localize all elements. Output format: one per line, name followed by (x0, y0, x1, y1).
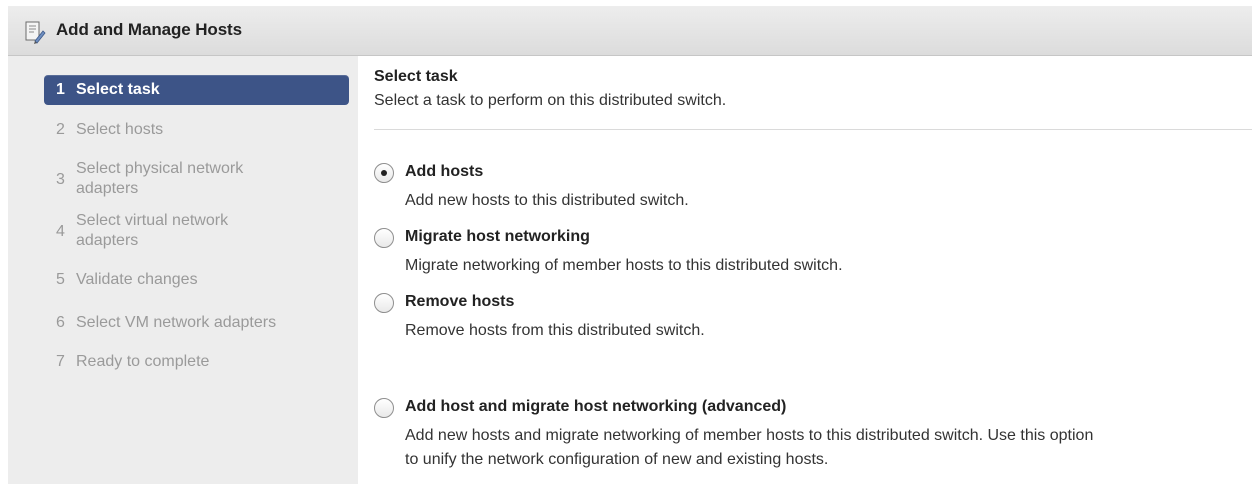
dialog-title: Add and Manage Hosts (56, 20, 242, 39)
step-number: 1 (56, 81, 65, 98)
step-number: 2 (56, 121, 65, 138)
step-select-physical-adapters[interactable]: 3 Select physical network adapters (44, 159, 349, 201)
page-subtitle: Select a task to perform on this distrib… (374, 92, 727, 109)
step-label: Select VM network adapters (76, 314, 277, 331)
option-description: Migrate networking of member hosts to th… (405, 257, 843, 274)
step-number: 3 (56, 171, 65, 188)
option-description-line2: to unify the network configuration of ne… (405, 451, 829, 468)
option-remove-hosts[interactable]: Remove hosts Remove hosts from this dist… (374, 291, 1252, 341)
step-label-line1: Select physical network (76, 160, 244, 177)
step-label: Select hosts (76, 121, 164, 138)
step-number: 7 (56, 353, 65, 370)
wizard-content: Select task Select a task to perform on … (374, 56, 1252, 484)
radio-add-hosts[interactable] (374, 163, 394, 183)
option-description: Add new hosts to this distributed switch… (405, 192, 689, 209)
radio-migrate-host-networking[interactable] (374, 228, 394, 248)
wizard-icon (25, 21, 46, 44)
step-label-line1: Select virtual network (76, 212, 229, 229)
radio-remove-hosts[interactable] (374, 293, 394, 313)
option-title: Add hosts (405, 163, 484, 180)
step-number: 4 (56, 223, 65, 240)
step-number: 5 (56, 271, 65, 288)
wizard-steps-sidebar: 1 Select task 2 Select hosts 3 Select ph… (8, 56, 358, 484)
step-label: Select task (76, 81, 160, 98)
step-select-task[interactable]: 1 Select task (44, 75, 349, 105)
step-number: 6 (56, 314, 65, 331)
option-description: Remove hosts from this distributed switc… (405, 322, 705, 339)
option-migrate-host-networking[interactable]: Migrate host networking Migrate networki… (374, 226, 1252, 276)
option-title: Remove hosts (405, 293, 515, 310)
dialog-title-bar: Add and Manage Hosts (8, 6, 1252, 56)
option-add-and-migrate[interactable]: Add host and migrate host networking (ad… (374, 396, 1252, 476)
option-title: Add host and migrate host networking (ad… (405, 398, 787, 415)
option-description-line1: Add new hosts and migrate networking of … (405, 427, 1094, 444)
divider (374, 129, 1252, 130)
step-select-virtual-adapters[interactable]: 4 Select virtual network adapters (44, 211, 349, 253)
step-label-line2: adapters (76, 232, 139, 249)
step-label: Validate changes (76, 271, 198, 288)
option-add-hosts[interactable]: Add hosts Add new hosts to this distribu… (374, 161, 1252, 211)
step-label: Ready to complete (76, 353, 210, 370)
page-title: Select task (374, 68, 458, 85)
step-label-line2: adapters (76, 180, 139, 197)
radio-add-and-migrate[interactable] (374, 398, 394, 418)
option-title: Migrate host networking (405, 228, 590, 245)
